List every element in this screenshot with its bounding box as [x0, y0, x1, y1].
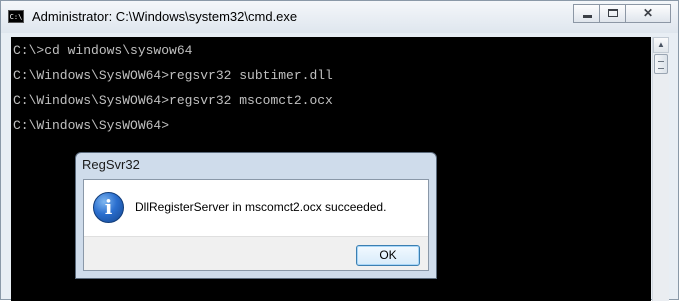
dialog-title: RegSvr32 — [82, 157, 140, 172]
window-title: Administrator: C:\Windows\system32\cmd.e… — [32, 9, 298, 24]
grip-icon — [658, 61, 664, 69]
dialog-message: DllRegisterServer in mscomct2.ocx succee… — [135, 200, 387, 214]
regsvr32-dialog: RegSvr32 i DllRegisterServer in mscomct2… — [75, 152, 437, 279]
caption-buttons: ✕ — [573, 4, 671, 23]
console-line: C:\Windows\SysWOW64>regsvr32 mscomct2.oc… — [13, 93, 333, 108]
title-bar[interactable]: C:\ Administrator: C:\Windows\system32\c… — [1, 1, 678, 33]
console-prompt: C:\Windows\SysWOW64> — [13, 118, 170, 133]
dialog-footer: OK — [84, 236, 428, 270]
ok-button[interactable]: OK — [356, 245, 420, 266]
maximize-button[interactable] — [599, 4, 626, 23]
close-button[interactable]: ✕ — [625, 4, 671, 23]
minimize-icon — [583, 15, 592, 18]
dialog-body: i DllRegisterServer in mscomct2.ocx succ… — [83, 179, 429, 271]
dialog-content: i DllRegisterServer in mscomct2.ocx succ… — [84, 180, 428, 236]
scroll-thumb[interactable] — [654, 54, 668, 74]
cmd-icon[interactable]: C:\ — [8, 10, 24, 23]
vertical-scrollbar[interactable]: ▲ — [652, 37, 669, 301]
console-line: C:\>cd windows\syswow64 — [13, 43, 193, 58]
close-icon: ✕ — [643, 6, 654, 20]
console-line: C:\Windows\SysWOW64>regsvr32 subtimer.dl… — [13, 68, 333, 83]
up-arrow-icon: ▲ — [657, 40, 665, 49]
minimize-button[interactable] — [573, 4, 600, 23]
info-icon: i — [93, 192, 124, 223]
scroll-up-button[interactable]: ▲ — [653, 37, 669, 53]
maximize-icon — [608, 9, 618, 17]
